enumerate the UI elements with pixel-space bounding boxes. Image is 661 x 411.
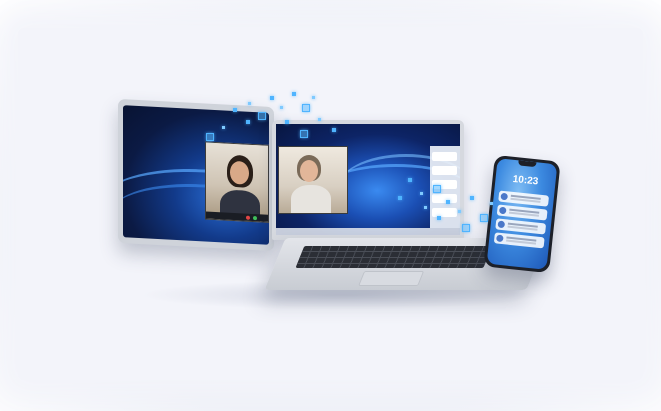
particle <box>446 200 450 204</box>
tablet-device <box>118 98 274 252</box>
trackpad <box>358 271 425 286</box>
taskbar <box>276 228 460 235</box>
particle <box>270 96 274 100</box>
particle <box>302 104 310 112</box>
notification-card[interactable] <box>432 194 457 203</box>
particle <box>285 120 289 124</box>
particle <box>437 216 441 220</box>
particle <box>408 178 412 182</box>
notification-card[interactable] <box>432 208 457 217</box>
laptop-lid <box>272 120 464 240</box>
particle <box>312 96 315 99</box>
end-call-icon[interactable] <box>246 215 250 220</box>
laptop-screen <box>276 124 460 235</box>
particle <box>222 126 225 129</box>
particle <box>458 210 461 213</box>
tablet-screen <box>123 105 269 245</box>
laptop-video-call-window <box>278 146 348 214</box>
caller-body <box>291 185 331 213</box>
tablet-video-call-window <box>205 141 269 223</box>
particle <box>258 112 266 120</box>
particle <box>424 206 427 209</box>
phone-notification[interactable] <box>496 204 548 221</box>
particle <box>246 120 250 124</box>
particle <box>420 192 423 195</box>
particle <box>490 202 493 205</box>
notification-card[interactable] <box>432 166 457 175</box>
particle <box>433 185 441 193</box>
particle <box>280 106 283 109</box>
particle <box>248 102 251 105</box>
particle <box>233 108 237 112</box>
phone-notification[interactable] <box>498 190 550 207</box>
particle <box>318 118 321 121</box>
particle <box>470 196 474 200</box>
phone-notch <box>518 160 537 168</box>
caller-face <box>300 160 318 182</box>
phone-notification[interactable] <box>493 232 545 249</box>
keyboard <box>295 246 493 268</box>
phone-notification[interactable] <box>495 218 547 235</box>
particle <box>462 224 470 232</box>
particle <box>206 133 214 141</box>
particle <box>332 128 336 132</box>
hero-stage: 10:23 <box>0 0 661 411</box>
phone-device: 10:23 <box>483 154 561 274</box>
notification-card[interactable] <box>432 152 457 161</box>
mic-icon[interactable] <box>253 215 257 221</box>
particle <box>300 130 308 138</box>
phone-screen: 10:23 <box>486 158 558 270</box>
caller-face <box>230 160 249 185</box>
lock-screen-time: 10:23 <box>512 173 539 188</box>
particle <box>480 214 488 222</box>
particle <box>398 196 402 200</box>
particle <box>292 92 296 96</box>
